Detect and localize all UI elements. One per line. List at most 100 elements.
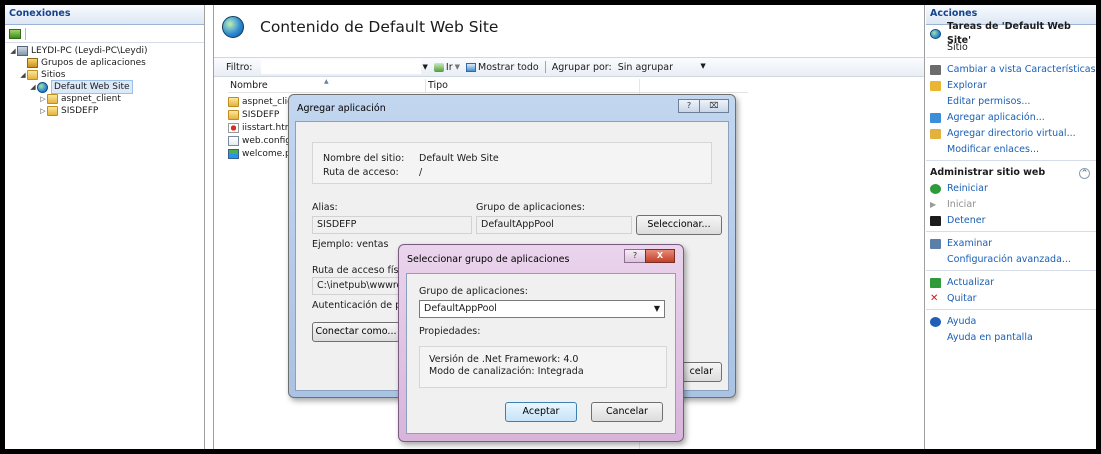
chevron-down-icon: ▼ [653,304,660,313]
action-link[interactable]: Configuración avanzada... [926,252,1096,268]
connect-icon[interactable] [9,28,21,39]
action-link[interactable]: Examinar [926,236,1096,252]
manage-site-header[interactable]: Administrar sitio web ^ [926,165,1096,181]
tree-node[interactable]: ◢ LEYDI-PC (Leydi-PC\Leydi) [5,45,204,57]
action-link[interactable]: Explorar [926,78,1096,94]
tree-node[interactable]: ◢ Default Web Site [5,80,204,94]
connections-title: Conexiones [5,5,204,25]
filter-dropdown-icon[interactable]: ▼ [423,63,428,71]
physical-path-input[interactable]: C:\inetpub\wwwro [312,277,408,295]
browse-icon [930,239,941,249]
filter-bar: Filtro: ▼ Ir ▼ Mostrar todo Agrupar por:… [214,57,924,77]
tree-node[interactable]: ▷ aspnet_client [5,93,204,105]
browse-actions-group: Examinar Configuración avanzada... [926,236,1096,268]
action-link[interactable]: Modificar enlaces... [926,142,1096,158]
select-pool-button[interactable]: Seleccionar... [636,215,722,235]
help-icon[interactable]: ? [624,249,646,263]
pool-label: Grupo de aplicaciones: [476,202,585,213]
action-label: Detener [947,215,986,226]
alias-input[interactable]: SISDEFP [312,216,472,234]
action-label: Actualizar [947,277,995,288]
collapse-icon[interactable]: ^ [1079,167,1090,179]
action-link[interactable]: Agregar aplicación... [926,110,1096,126]
tree-node[interactable]: Grupos de aplicaciones [5,57,204,69]
start-icon: ▶ [930,200,937,209]
cancel-button[interactable]: Cancelar [591,402,663,422]
content-list-header: ▲ Nombre Tipo [228,79,748,93]
connections-tree: ◢ LEYDI-PC (Leydi-PC\Leydi) Grupos de apli… [5,43,204,117]
action-label: Editar permisos... [947,96,1031,107]
site-name-label: Nombre del sitio: [323,153,405,164]
expand-icon[interactable]: ▷ [39,105,47,117]
go-button[interactable]: Ir ▼ [433,62,460,73]
action-link[interactable]: Editar permisos... [926,94,1096,110]
tree-node-label: Default Web Site [51,80,133,94]
folder-icon [27,70,38,80]
action-link[interactable]: Detener [926,213,1096,229]
action-link[interactable]: Agregar directorio virtual... [926,126,1096,142]
column-header-name[interactable]: ▲ Nombre [228,79,426,92]
show-all-button[interactable]: Mostrar todo [466,62,539,73]
globe-icon [37,81,48,93]
refresh-icon [930,278,941,288]
action-link[interactable]: ✕ Quitar [926,291,1096,307]
ok-button[interactable]: Aceptar [505,402,577,422]
example-label: Ejemplo: ventas [312,239,389,250]
site-tasks-title: Tareas de 'Default Web Site' [926,21,1096,46]
filter-input[interactable] [260,60,421,74]
list-item-label: welcome.p [242,148,291,159]
action-link[interactable]: Ayuda en pantalla [926,330,1096,346]
expand-icon[interactable]: ▷ [39,93,47,105]
tree-node-label: LEYDI-PC (Leydi-PC\Leydi) [31,46,148,56]
action-link[interactable]: Reiniciar [926,181,1096,197]
action-link[interactable]: Actualizar [926,275,1096,291]
action-link[interactable]: Ayuda [926,314,1096,330]
list-item-label: aspnet_clie [242,96,293,107]
list-item-label: SISDEFP [242,109,280,120]
add-application-icon [930,113,941,123]
action-link[interactable]: ▶ Iniciar [926,197,1096,213]
features-view-icon [930,65,941,75]
action-link[interactable]: Cambiar a vista Características [926,62,1096,78]
html-file-icon [228,122,239,133]
dialog-title: Agregar aplicación [297,102,386,114]
add-virtual-directory-icon [930,129,941,139]
group-by-label: Agrupar por: [551,61,612,73]
pool-label: Grupo de aplicaciones: [419,286,528,297]
help-icon [930,317,941,327]
alias-label: Alias: [312,202,338,213]
collapse-icon[interactable]: ◢ [9,45,17,57]
app-pool-select[interactable]: DefaultAppPool ▼ [419,300,665,318]
group-by-select[interactable]: Sin agrupar ▼ [616,62,708,73]
connect-as-button[interactable]: Conectar como... [312,322,400,342]
site-tasks-title-label: Tareas de 'Default Web Site' [947,21,1071,46]
path-label: Ruta de acceso: [323,167,399,178]
site-name-value: Default Web Site [419,153,499,164]
list-item-label: web.config [242,135,292,146]
filter-label: Filtro: [226,61,253,73]
sort-ascending-icon: ▲ [324,78,329,85]
pool-field: DefaultAppPool [476,216,632,234]
stop-icon [930,216,941,226]
tree-node[interactable]: ▷ SISDEFP [5,105,204,117]
remove-icon: ✕ [930,293,939,304]
properties-box: Versión de .Net Framework: 4.0 Modo de c… [419,346,667,388]
restart-icon [930,184,941,194]
actions-pane: Acciones Tareas de 'Default Web Site' Si… [926,5,1096,449]
properties-label: Propiedades: [419,326,481,337]
tree-node-label: Grupos de aplicaciones [41,58,146,68]
tree-node-label: SISDEFP [61,106,99,116]
action-label: Iniciar [947,199,977,210]
help-icon[interactable]: ? [678,99,700,113]
folder-icon [228,96,239,107]
column-header-type[interactable]: Tipo [426,79,448,92]
select-app-pool-dialog: Seleccionar grupo de aplicaciones ? X Gr… [398,244,684,442]
close-icon[interactable]: ⌧ [699,99,729,113]
collapse-icon[interactable]: ◢ [29,81,37,93]
collapse-icon[interactable]: ◢ [19,69,27,81]
close-icon[interactable]: X [645,249,675,263]
page-title: Contenido de Default Web Site [260,18,499,36]
action-label: Ayuda en pantalla [947,332,1033,343]
path-value: / [419,167,423,178]
go-dropdown-icon[interactable]: ▼ [455,63,460,71]
